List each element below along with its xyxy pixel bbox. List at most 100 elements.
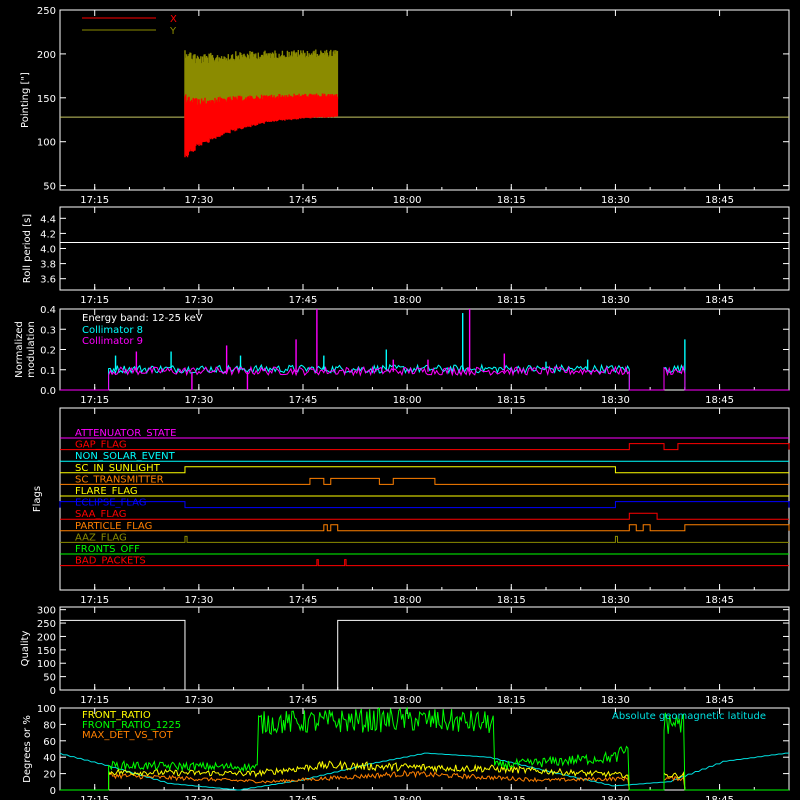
quality-line: [60, 619, 789, 691]
series-front-ratio: [60, 760, 789, 791]
flag-label-attenuator-state: ATTENUATOR_STATE: [75, 428, 176, 439]
flags-xtick-label: 17:15: [80, 595, 109, 606]
quality-ytick-label: 100: [37, 659, 56, 670]
flag-label-sc-in-sunlight: SC_IN_SUNLIGHT: [75, 463, 161, 474]
modulation-ytick-label: 0.2: [40, 346, 56, 357]
legend-label-y: Y: [169, 26, 177, 37]
flags-xtick-label: 18:30: [601, 595, 630, 606]
roll-ytick-label: 3.8: [40, 260, 56, 271]
roll-xtick-label: 18:45: [705, 295, 734, 306]
quality-ytick-label: 150: [37, 646, 56, 657]
quality-frame: [59, 606, 790, 691]
modulation-ytick-label: 0.0: [40, 386, 56, 397]
flag-line-eclipse-flag: [59, 501, 790, 509]
flag-label-eclipse-flag: ECLIPSE_FLAG: [75, 498, 146, 509]
flags-ylabel: Flags: [32, 486, 43, 512]
ratios-xtick-label: 17:45: [289, 795, 318, 800]
quality-ytick-label: 0: [50, 686, 56, 697]
roll-ytick-label: 4.4: [40, 214, 56, 225]
pointing-ylabel: Pointing ["]: [20, 72, 31, 128]
pointing-ytick-label: 200: [37, 50, 56, 61]
roll-ylabel: Roll period [s]: [22, 214, 33, 283]
flag-label-aaz-flag: AAZ_FLAG: [75, 532, 127, 543]
flag-label-sc-transmitter: SC_TRANSMITTER: [75, 474, 164, 485]
flag-label-flare-flag: FLARE_FLAG: [75, 486, 138, 497]
roll-xtick-label: 18:30: [601, 295, 630, 306]
ratios-ytick-label: 60: [43, 737, 56, 748]
quality-ytick-label: 300: [37, 606, 56, 617]
quality-xtick-label: 17:45: [289, 695, 318, 706]
modulation-xtick-label: 18:30: [601, 395, 630, 406]
panel-ratios: 17:15 17:30 17:45 18:00 18:15 18:30 18:45 0 20 40…: [22, 704, 790, 800]
roll-xtick-label: 17:30: [184, 295, 213, 306]
legend-label-collimator-8: Collimator 8: [82, 325, 143, 336]
pointing-ytick-label: 250: [37, 6, 56, 17]
ratios-xtick-label: 18:30: [601, 795, 630, 800]
modulation-ytick-label: 0.4: [40, 305, 56, 316]
flags-xtick-label: 17:45: [289, 595, 318, 606]
modulation-energy-band-label: Energy band: 12-25 keV: [82, 313, 203, 324]
quality-ytick-label: 50: [43, 673, 56, 684]
panel-modulation: 17:15 17:30 17:45 18:00 18:15 18:30 18:45 0.0 0.…: [14, 305, 790, 406]
quality-ylabel: Quality: [20, 631, 31, 667]
ratios-ytick-label: 40: [43, 753, 56, 764]
flags-xtick-label: 18:45: [705, 595, 734, 606]
roll-ytick-label: 4.0: [40, 245, 56, 256]
ratios-ytick-label: 100: [37, 704, 56, 715]
pointing-ytick-label: 150: [37, 94, 56, 105]
modulation-xtick-label: 17:15: [80, 395, 109, 406]
flag-line-saa-flag: [60, 512, 789, 520]
flag-line-particle-flag: [60, 524, 790, 532]
flags-xtick-label: 18:00: [393, 595, 422, 606]
flag-line-sc-in-sunlight: [60, 466, 789, 474]
flag-label-saa-flag: SAA_FLAG: [75, 509, 126, 520]
ratios-xtick-label: 18:15: [497, 795, 526, 800]
roll-frame: [59, 206, 790, 291]
flag-label-gap-flag: GAP_FLAG: [75, 440, 127, 451]
modulation-ylabel-1: Normalized: [14, 321, 25, 378]
series-x-band: [184, 93, 339, 158]
roll-ytick-label: 3.6: [40, 275, 56, 286]
panel-flags: 17:15 17:30 17:45 18:00 18:15 18:30 18:45 Flags…: [32, 407, 790, 606]
modulation-xtick-label: 18:15: [497, 395, 526, 406]
series-collimator-9-trace: [60, 364, 789, 391]
series-geomagnetic-latitude: [59, 752, 789, 791]
pointing-xtick-label: 18:45: [705, 195, 734, 206]
modulation-ytick-label: 0.1: [40, 366, 56, 377]
modulation-xtick-label: 18:00: [393, 395, 422, 406]
pointing-ytick-label: 50: [43, 182, 56, 193]
pointing-xtick-label: 17:30: [184, 195, 213, 206]
quality-xtick-label: 18:45: [705, 695, 734, 706]
panel-pointing: 17:15 17:30 17:45 18:00 18:15 18:30 18:45 50 100…: [20, 6, 790, 206]
summary-figure: 17:15 17:30 17:45 18:00 18:15 18:30 18:45 50 100…: [14, 6, 790, 800]
roll-xtick-label: 17:15: [80, 295, 109, 306]
pointing-xtick-label: 18:15: [497, 195, 526, 206]
quality-xtick-label: 17:15: [80, 695, 109, 706]
flag-line-bad-packets: [60, 559, 789, 567]
modulation-xtick-label: 17:30: [184, 395, 213, 406]
ratios-xtick-label: 18:00: [393, 795, 422, 800]
ratios-xtick-label: 17:15: [80, 795, 109, 800]
quality-xtick-label: 18:00: [393, 695, 422, 706]
roll-ytick-label: 4.2: [40, 229, 56, 240]
ratios-xtick-label: 18:45: [705, 795, 734, 800]
ratios-ytick-label: 80: [43, 720, 56, 731]
modulation-xtick-label: 18:45: [705, 395, 734, 406]
quality-xtick-label: 17:30: [184, 695, 213, 706]
pointing-xtick-label: 18:30: [601, 195, 630, 206]
flag-line-aaz-flag: [60, 535, 789, 543]
quality-xtick-label: 18:30: [601, 695, 630, 706]
roll-xtick-label: 18:00: [393, 295, 422, 306]
series-max-det-vs-tot: [60, 769, 789, 791]
pointing-xtick-label: 17:15: [80, 195, 109, 206]
legend-label-x: X: [170, 14, 177, 25]
modulation-ytick-label: 0.3: [40, 325, 56, 336]
modulation-xtick-label: 17:45: [289, 395, 318, 406]
flag-line-sc-transmitter: [60, 477, 789, 485]
modulation-ylabel-2: modulation: [26, 321, 37, 378]
ratios-ytick-label: 20: [43, 770, 56, 781]
ratios-ylabel: Degrees or %: [22, 715, 33, 783]
ratios-xtick-label: 17:30: [184, 795, 213, 800]
pointing-ytick-label: 100: [37, 138, 56, 149]
legend-label-collimator-9: Collimator 9: [82, 336, 143, 347]
